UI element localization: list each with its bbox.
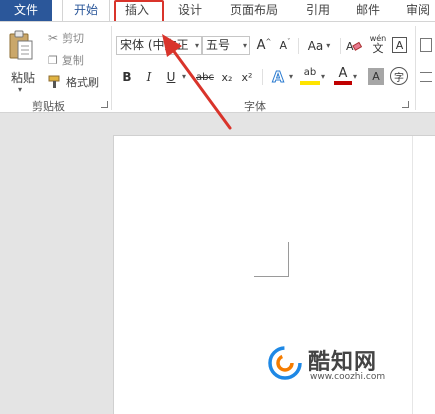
font-color-swatch [334,81,352,85]
font-row-separator [340,38,341,54]
paste-button[interactable]: 粘贴 ▾ [8,29,38,94]
eraser-icon: A [346,40,362,53]
font-size-dropdown-icon[interactable]: ▾ [243,37,247,54]
font-row-separator [298,38,299,54]
character-shading-icon: A [372,70,380,83]
change-case-dropdown-icon: ▾ [326,41,331,50]
text-effects-button[interactable]: A [268,67,288,87]
highlight-dropdown-icon[interactable]: ▾ [321,72,325,81]
phonetic-guide-bottom-icon: 文 [372,42,384,55]
paste-dropdown-arrow-icon: ▾ [18,85,23,94]
group-separator [111,26,112,110]
font-row-separator [262,69,263,85]
font-color-button[interactable]: A [334,66,352,88]
copy-icon: ❐ [48,53,58,67]
font-group-label: 字体 [244,100,266,113]
group-separator [415,26,416,110]
shrink-font-caret-icon: ˇ [287,37,291,46]
watermark-url: www.coozhi.com [310,372,386,382]
copy-label: 复制 [61,54,84,67]
copy-button[interactable]: ❐ 复制 [48,52,84,68]
grow-font-icon: A [256,38,266,53]
clipboard-dialog-launcher-icon[interactable] [101,101,108,108]
paragraph-list-icon[interactable] [420,38,432,52]
character-border-icon: A [395,38,404,52]
annotation-arrow [162,34,232,130]
phonetic-guide-button[interactable]: wén 文 [368,34,388,56]
grow-font-button[interactable]: A ^ [255,36,273,55]
tab-design[interactable]: 设计 [172,0,208,21]
margin-corner-mark-vertical [288,242,289,277]
highlight-color-button[interactable]: ab [300,66,320,88]
tab-review[interactable]: 审阅 [400,0,435,21]
format-painter-icon [48,75,60,88]
text-effects-icon: A [272,68,285,87]
ribbon-tab-bar: 文件 开始 插入 设计 页面布局 引用 邮件 审阅 [0,0,435,24]
tab-file[interactable]: 文件 [0,0,52,21]
clipboard-group-label: 剪贴板 [32,100,65,113]
paste-icon [9,30,33,60]
clear-formatting-button[interactable]: A [344,36,364,55]
change-case-icon: Aa [307,38,324,53]
grow-font-caret-icon: ^ [265,37,272,46]
coozhi-logo-icon [268,346,302,380]
highlight-icon: ab [303,67,317,78]
margin-corner-mark [254,276,289,277]
coozhi-watermark: 酷知网 www.coozhi.com [268,344,418,386]
text-effects-dropdown-icon[interactable]: ▾ [289,72,293,81]
shrink-font-icon: A [279,39,288,52]
font-color-icon: A [338,66,348,81]
format-painter-button[interactable]: 格式刷 [48,74,99,90]
format-painter-label: 格式刷 [66,76,99,89]
font-dialog-launcher-icon[interactable] [402,101,409,108]
shrink-font-button[interactable]: Aˇ [276,36,294,55]
tab-page-layout[interactable]: 页面布局 [222,0,286,21]
tab-references[interactable]: 引用 [300,0,336,21]
bold-button[interactable]: B [118,67,136,87]
enclose-characters-icon: 字 [394,72,404,84]
tab-home[interactable]: 开始 [62,0,110,21]
paste-label: 粘贴 [11,71,36,85]
cut-button[interactable]: ✂ 剪切 [48,30,84,46]
highlight-color-swatch [300,81,320,85]
font-color-dropdown-icon[interactable]: ▾ [353,72,357,81]
scissors-icon: ✂ [48,31,59,45]
character-border-button[interactable]: A [392,37,407,53]
character-shading-button[interactable]: A [368,68,384,85]
superscript-button[interactable]: x² [238,67,256,87]
enclose-characters-button[interactable]: 字 [390,67,408,85]
change-case-button[interactable]: Aa ▾ [302,36,336,55]
cut-label: 剪切 [62,32,85,45]
tab-mailings[interactable]: 邮件 [350,0,386,21]
paragraph-align-icon[interactable] [420,72,432,82]
